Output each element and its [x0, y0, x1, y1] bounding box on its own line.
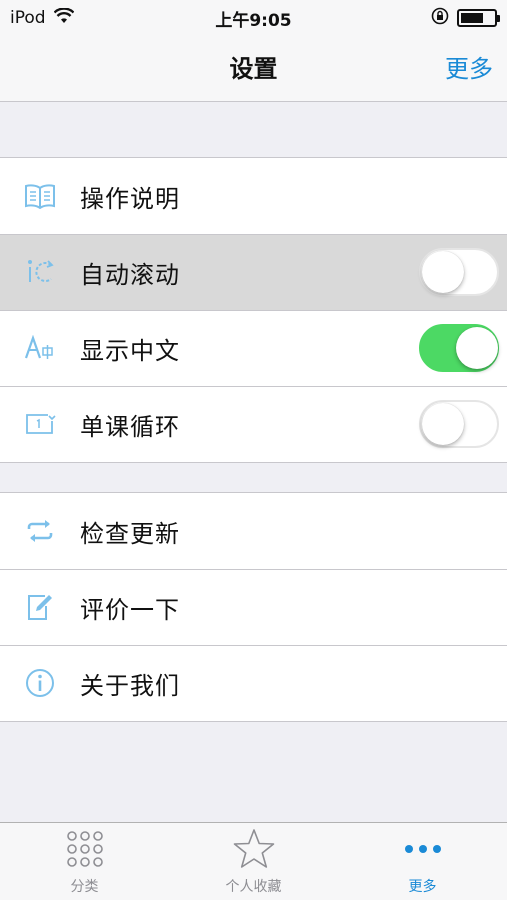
- navigation-bar: 设置 更多: [0, 36, 507, 102]
- auto-scroll-toggle[interactable]: [419, 248, 499, 296]
- status-bar: iPod 上午9:05: [0, 0, 507, 36]
- more-button[interactable]: 更多: [445, 36, 493, 102]
- status-left: iPod: [10, 6, 74, 29]
- single-lesson-loop-toggle[interactable]: [419, 400, 499, 448]
- tab-favorites-label: 个人收藏: [225, 879, 282, 895]
- edit-pen-icon: [0, 569, 80, 645]
- tab-more[interactable]: 更多: [338, 823, 507, 900]
- toggle-knob: [456, 327, 498, 369]
- orientation-lock-icon: [431, 7, 449, 30]
- toggle-knob: [422, 403, 464, 445]
- battery-icon: [457, 9, 500, 27]
- book-icon: [0, 158, 80, 234]
- wifi-icon: [53, 6, 74, 29]
- row-check-update[interactable]: 检查更新: [0, 493, 507, 569]
- page-title: 设置: [229, 55, 278, 83]
- row-about-us[interactable]: 关于我们: [0, 645, 507, 721]
- auto-scroll-icon: [0, 234, 80, 310]
- info-icon: [0, 645, 80, 721]
- repeat-one-icon: [0, 386, 80, 462]
- row-single-lesson-loop[interactable]: 单课循环: [0, 386, 507, 462]
- toggle-knob: [422, 251, 464, 293]
- chinese-font-icon: [0, 310, 80, 386]
- row-show-chinese[interactable]: 显示中文: [0, 310, 507, 386]
- row-rate-app[interactable]: 评价一下: [0, 569, 507, 645]
- more-dots-icon: [403, 824, 443, 874]
- show-chinese-toggle[interactable]: [419, 324, 499, 372]
- tab-bar: 分类 个人收藏 更多: [0, 822, 507, 900]
- tab-categories[interactable]: 分类: [0, 823, 169, 900]
- row-single-lesson-loop-label: 单课循环: [80, 412, 180, 441]
- row-check-update-label: 检查更新: [80, 519, 180, 548]
- row-show-chinese-label: 显示中文: [80, 336, 180, 365]
- tab-more-label: 更多: [408, 879, 437, 895]
- row-instructions-label: 操作说明: [80, 184, 180, 213]
- tab-favorites[interactable]: 个人收藏: [169, 823, 338, 900]
- status-right: [431, 7, 500, 30]
- star-icon: [232, 824, 276, 874]
- carrier-label: iPod: [10, 8, 46, 28]
- row-about-us-label: 关于我们: [80, 671, 180, 700]
- refresh-arrows-icon: [0, 493, 80, 569]
- row-auto-scroll[interactable]: 自动滚动: [0, 234, 507, 310]
- tab-categories-label: 分类: [70, 879, 99, 895]
- row-rate-app-label: 评价一下: [80, 595, 180, 624]
- settings-group-about: 检查更新 评价一下 关于我们: [0, 492, 507, 722]
- settings-group-general: 操作说明 自动滚动 显示中文 单课循环: [0, 157, 507, 463]
- row-auto-scroll-label: 自动滚动: [80, 260, 180, 289]
- row-instructions[interactable]: 操作说明: [0, 158, 507, 234]
- grid-dots-icon: [66, 824, 104, 874]
